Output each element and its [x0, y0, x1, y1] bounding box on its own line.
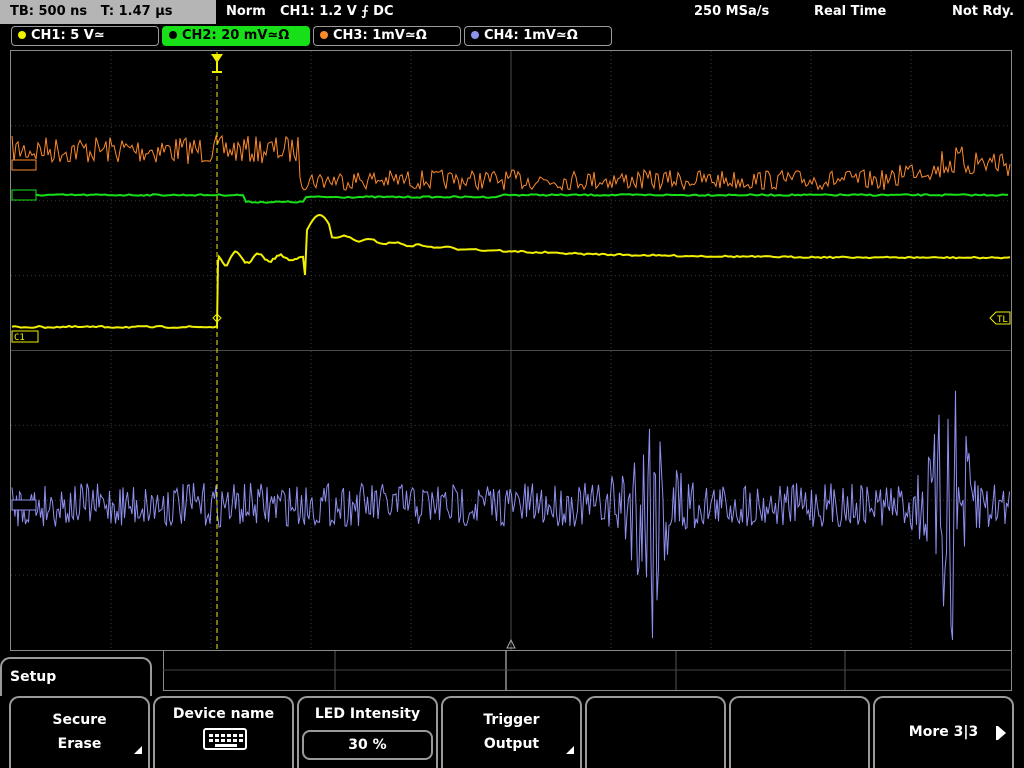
more-button[interactable]: More 3|3: [873, 696, 1014, 768]
submenu-corner-icon: [134, 746, 142, 754]
device-name-button[interactable]: Device name: [153, 696, 294, 768]
softkey-bar: Secure Erase Device name LED Intensity 3…: [0, 696, 1024, 768]
next-page-icon: [998, 726, 1006, 740]
menu-title-tab: Setup: [0, 657, 152, 697]
led-intensity-value[interactable]: 30 %: [302, 730, 433, 760]
zoom-bar-ticks: [163, 651, 1012, 690]
softkey-empty-5[interactable]: [585, 696, 726, 768]
more-label: More 3|3: [908, 724, 979, 740]
device-name-label: Device name: [172, 706, 275, 722]
secure-erase-button[interactable]: Secure Erase: [9, 696, 150, 768]
led-intensity-button[interactable]: LED Intensity 30 %: [297, 696, 438, 768]
keyboard-icon: [203, 728, 247, 750]
trigger-output-line1: Trigger: [483, 712, 540, 728]
trigger-output-line2: Output: [483, 736, 540, 752]
secure-erase-line2: Erase: [57, 736, 102, 752]
submenu-corner-icon: [566, 746, 574, 754]
next-page-bar-icon: [996, 726, 998, 740]
softkey-empty-6[interactable]: [729, 696, 870, 768]
menu-title: Setup: [10, 669, 57, 685]
trigger-output-button[interactable]: Trigger Output: [441, 696, 582, 768]
secure-erase-line1: Secure: [52, 712, 107, 728]
led-intensity-label: LED Intensity: [314, 706, 421, 722]
